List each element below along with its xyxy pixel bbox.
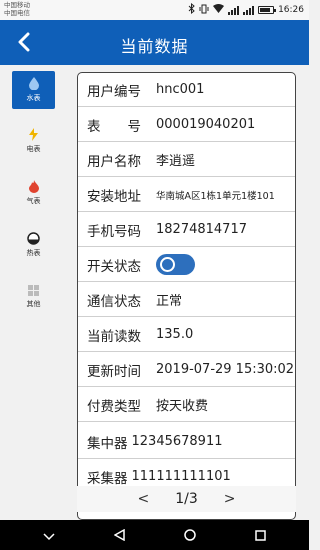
flame-icon — [28, 180, 39, 193]
heat-gauge-icon — [27, 232, 40, 245]
detail-label: 集中器 — [87, 435, 128, 452]
signal-icon-2 — [243, 5, 255, 15]
grid-icon — [28, 285, 39, 296]
sidebar-item-label: 其他 — [26, 300, 41, 308]
detail-label: 更新时间 — [87, 363, 141, 380]
prev-page-button[interactable]: < — [138, 491, 150, 507]
detail-label: 开关状态 — [87, 258, 141, 275]
detail-label: 采集器 — [87, 470, 128, 487]
detail-row-comm-status: 通信状态 正常 — [78, 283, 295, 317]
sidebar-item-other[interactable]: 其他 — [12, 278, 55, 316]
detail-row-phone: 手机号码 18274814717 — [78, 213, 295, 247]
wifi-icon — [213, 4, 225, 16]
page-indicator: 1/3 — [175, 491, 198, 507]
detail-row-meter-no: 表 号 000019040201 — [78, 108, 295, 142]
carrier-2: 中国电信 — [4, 9, 30, 17]
detail-label: 表 号 — [87, 118, 141, 135]
meter-type-sidebar: 水表 电表 气表 热表 其他 — [0, 65, 67, 520]
back-triangle-icon[interactable] — [113, 526, 125, 545]
detail-row-switch: 开关状态 — [78, 248, 295, 282]
detail-row-user-id: 用户编号 hnc001 — [78, 73, 295, 107]
detail-value: 12345678911 — [131, 434, 223, 449]
water-drop-icon — [28, 77, 39, 90]
sidebar-item-label: 热表 — [26, 249, 41, 257]
signal-icon-1 — [228, 5, 240, 15]
page-title: 当前数据 — [120, 37, 189, 56]
sidebar-item-label: 水表 — [26, 94, 41, 102]
detail-value: 按天收费 — [156, 399, 209, 414]
collapse-chevron-icon[interactable] — [43, 526, 55, 545]
lightning-icon — [29, 128, 38, 141]
detail-label: 当前读数 — [87, 328, 141, 345]
detail-value: 正常 — [156, 294, 183, 309]
battery-icon — [258, 6, 277, 14]
detail-value: 135.0 — [156, 327, 194, 342]
status-bar: 中国移动 中国电信 16:26 — [0, 0, 309, 20]
sidebar-item-label: 电表 — [26, 145, 41, 153]
detail-label: 手机号码 — [87, 223, 141, 240]
bluetooth-icon — [188, 2, 195, 17]
system-nav-bar — [0, 520, 309, 550]
detail-value: 2019-07-29 15:30:02 — [156, 362, 295, 377]
switch-toggle[interactable] — [156, 254, 195, 275]
carrier-1: 中国移动 — [4, 1, 30, 9]
detail-value: 18274814717 — [156, 222, 247, 237]
meter-details-card: 用户编号 hnc001 表 号 000019040201 用户名称 李逍遥 安装… — [77, 72, 296, 520]
detail-label: 付费类型 — [87, 398, 141, 415]
detail-value: 000019040201 — [156, 117, 256, 132]
detail-row-reading: 当前读数 135.0 — [78, 318, 295, 352]
status-icons: 16:26 — [188, 2, 304, 17]
sidebar-item-water[interactable]: 水表 — [12, 71, 55, 109]
detail-value: hnc001 — [156, 82, 205, 97]
status-time: 16:26 — [278, 5, 304, 15]
detail-label: 通信状态 — [87, 293, 141, 310]
recents-square-icon[interactable] — [254, 526, 266, 545]
detail-value: 111111111101 — [131, 469, 231, 484]
detail-label: 用户编号 — [87, 83, 141, 100]
pagination: < 1/3 > — [77, 486, 296, 512]
sidebar-item-gas[interactable]: 气表 — [12, 174, 55, 212]
home-circle-icon[interactable] — [184, 526, 196, 545]
detail-row-update-time: 更新时间 2019-07-29 15:30:02 — [78, 353, 295, 387]
toggle-knob — [160, 257, 175, 272]
detail-row-concentrator: 集中器 12345678911 — [78, 425, 295, 459]
carrier-info: 中国移动 中国电信 — [4, 1, 30, 17]
detail-label: 安装地址 — [87, 188, 141, 205]
detail-row-payment-type: 付费类型 按天收费 — [78, 388, 295, 422]
detail-label: 用户名称 — [87, 153, 141, 170]
app-header: 当前数据 — [0, 20, 309, 65]
next-page-button[interactable]: > — [224, 491, 236, 507]
vibrate-icon — [199, 4, 209, 17]
sidebar-item-heat[interactable]: 热表 — [12, 226, 55, 264]
detail-row-address: 安装地址 华南城A区1栋1单元1楼101 — [78, 178, 295, 212]
sidebar-item-electric[interactable]: 电表 — [12, 122, 55, 160]
detail-value: 华南城A区1栋1单元1楼101 — [156, 190, 275, 202]
sidebar-item-label: 气表 — [26, 197, 41, 205]
detail-row-user-name: 用户名称 李逍遥 — [78, 143, 295, 177]
detail-value: 李逍遥 — [156, 154, 196, 169]
